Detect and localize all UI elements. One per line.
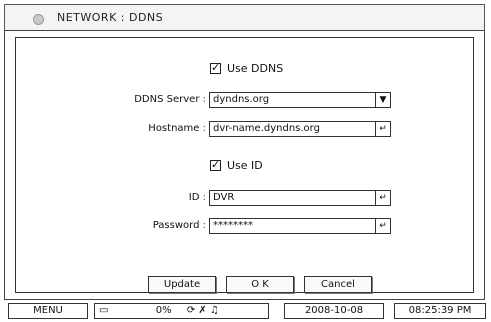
check-icon: ✓: [211, 61, 221, 74]
ddns-panel: ✓ Use DDNS DDNS Server : dyndns.org ▼ Ho…: [15, 37, 474, 293]
hostname-field[interactable]: dvr-name.dyndns.org ↵: [209, 121, 391, 137]
ddns-server-label-group: DDNS Server :: [86, 94, 206, 105]
enter-icon[interactable]: ↵: [375, 191, 390, 205]
use-ddns-row: ✓ Use DDNS: [210, 61, 284, 75]
hostname-value: dvr-name.dyndns.org: [213, 123, 320, 134]
enter-icon[interactable]: ↵: [375, 219, 390, 233]
use-id-checkbox[interactable]: ✓: [210, 158, 221, 171]
window-title: NETWORK : DDNS: [57, 11, 164, 24]
dvr-screen: NETWORK : DDNS ✓ Use DDNS DDNS Server : …: [0, 0, 491, 322]
menu-button[interactable]: MENU: [8, 303, 88, 319]
date-display: 2008-10-08: [284, 303, 384, 319]
use-ddns-label: Use DDNS: [227, 62, 284, 75]
password-label: Password: [152, 220, 200, 231]
id-label: ID: [188, 192, 200, 203]
time-display: 08:25:39 PM: [394, 303, 486, 319]
password-value: ********: [213, 220, 253, 231]
ddns-server-value: dyndns.org: [213, 94, 270, 105]
password-label-group: Password :: [86, 220, 206, 231]
use-ddns-checkbox[interactable]: ✓: [210, 61, 221, 74]
password-colon: :: [202, 220, 206, 231]
cancel-button[interactable]: Cancel: [304, 276, 372, 293]
status-icons: ⟳ ✗ ♫: [186, 305, 219, 316]
hostname-colon: :: [202, 123, 206, 134]
enter-icon[interactable]: ↵: [375, 122, 390, 136]
hdd-icon: ▭: [99, 305, 109, 316]
password-field[interactable]: ******** ↵: [209, 218, 391, 234]
update-button[interactable]: Update: [148, 276, 216, 293]
use-id-row: ✓ Use ID: [210, 158, 263, 172]
title-bar: NETWORK : DDNS: [4, 4, 485, 31]
id-field[interactable]: DVR ↵: [209, 190, 391, 206]
use-id-label: Use ID: [227, 159, 263, 172]
hostname-label: Hostname: [148, 123, 200, 134]
check-icon: ✓: [211, 158, 221, 171]
ddns-server-select[interactable]: dyndns.org ▼: [209, 92, 391, 108]
ddns-server-colon: :: [202, 94, 206, 105]
window-indicator-icon: [33, 14, 44, 25]
ddns-dialog: ✓ Use DDNS DDNS Server : dyndns.org ▼ Ho…: [4, 30, 485, 300]
id-value: DVR: [213, 192, 235, 203]
chevron-down-icon[interactable]: ▼: [375, 93, 390, 107]
ok-button[interactable]: O K: [226, 276, 294, 293]
id-label-group: ID :: [86, 192, 206, 203]
disk-usage-percent: 0%: [155, 305, 172, 316]
hostname-label-group: Hostname :: [86, 123, 206, 134]
status-indicators: ▭ 0% ⟳ ✗ ♫: [94, 303, 269, 319]
id-colon: :: [202, 192, 206, 203]
ddns-server-label: DDNS Server: [134, 94, 200, 105]
